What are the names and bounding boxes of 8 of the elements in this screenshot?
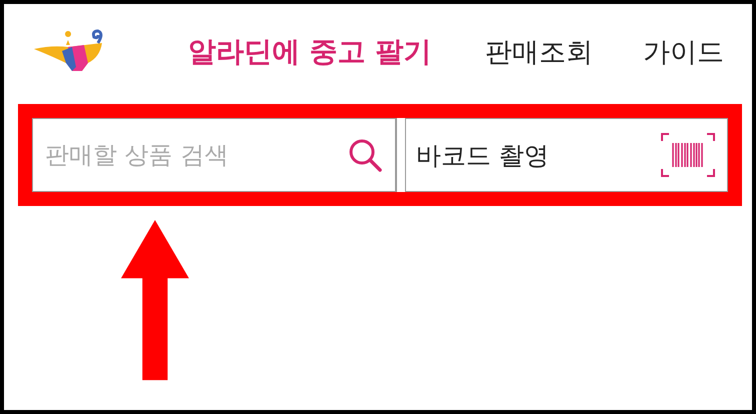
nav-link[interactable]: 가이드	[643, 34, 724, 70]
barcode-button[interactable]: 바코드 촬영	[405, 118, 728, 192]
barcode-icon	[661, 133, 715, 177]
nav-link[interactable]: 판매조회	[485, 34, 593, 70]
page-title: 알라딘에 중고 팔기	[188, 34, 432, 70]
search-icon[interactable]	[347, 137, 383, 173]
search-input[interactable]: 판매할 상품 검색	[43, 140, 347, 170]
search-field[interactable]: 판매할 상품 검색	[32, 118, 396, 192]
